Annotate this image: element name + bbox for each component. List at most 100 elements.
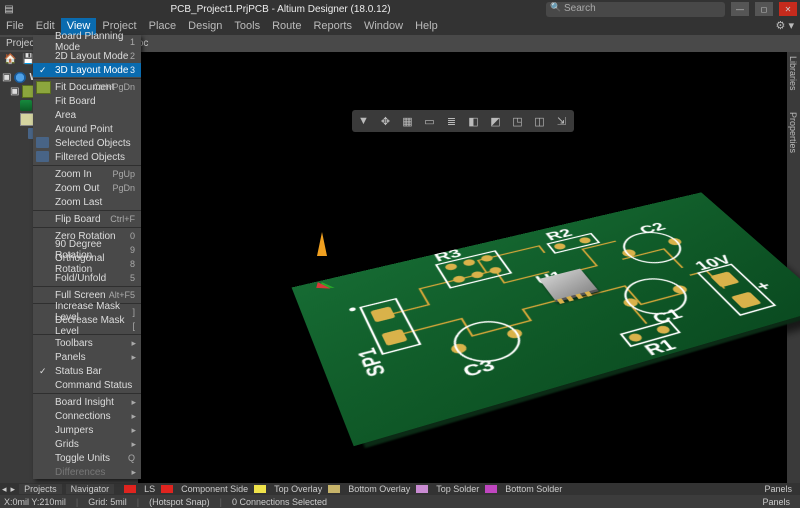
move-icon[interactable]: ✥ (378, 113, 394, 129)
menu-item-label: Differences (55, 467, 105, 478)
silk-sp1: SP1 (353, 346, 391, 379)
rotate-icon[interactable]: ◧ (466, 113, 482, 129)
global-search-input[interactable]: Search (546, 2, 725, 17)
menu-item-command-status[interactable]: Command Status (33, 378, 141, 392)
menu-shortcut: Q (128, 453, 135, 463)
selected-objects-icon (36, 137, 49, 148)
grid-icon[interactable]: ▦ (400, 113, 416, 129)
strip-projects-tab[interactable]: Projects (19, 484, 62, 494)
menu-item-label: Area (55, 110, 76, 121)
status-snap: (Hotspot Snap) (149, 497, 210, 507)
wire-icon[interactable]: ◫ (532, 113, 548, 129)
status-conn: 0 Connections Selected (232, 497, 327, 507)
menu-item-label: Fit Board (55, 96, 96, 107)
menu-help[interactable]: Help (409, 18, 444, 35)
layer-swatch[interactable] (124, 485, 136, 493)
menu-item-board-insight[interactable]: Board Insight (33, 395, 141, 409)
panel-home-icon[interactable]: 🏠 (4, 54, 18, 67)
menu-tools[interactable]: Tools (228, 18, 266, 35)
menu-item-zoom-out[interactable]: Zoom Out PgDn (33, 181, 141, 195)
check-icon: ✓ (39, 366, 47, 377)
menu-item-toggle-units[interactable]: Toggle UnitsQ (33, 451, 141, 465)
pcb-artwork: R3 R2 C2 SP1 U1 C3 C1 10V R1 + (292, 192, 800, 446)
menu-design[interactable]: Design (182, 18, 228, 35)
window-close-button[interactable]: ✕ (779, 2, 797, 16)
menu-item-connections[interactable]: Connections (33, 409, 141, 423)
pcb-3d-viewport[interactable]: ▼ ✥ ▦ ▭ ≣ ◧ ◩ ◳ ◫ ⇲ (138, 52, 787, 483)
menu-item-label: Command Status (55, 380, 132, 391)
menu-item-toolbars[interactable]: Toolbars (33, 336, 141, 350)
menu-item-selected-objects[interactable]: Selected Objects (33, 136, 141, 150)
menu-window[interactable]: Window (358, 18, 409, 35)
menu-item-label: Decrease Mask Level (55, 315, 135, 337)
layer-ls[interactable]: LS (140, 484, 159, 494)
menu-item-panels[interactable]: Panels (33, 350, 141, 364)
menu-item-2d-layout-mode[interactable]: 2D Layout Mode2 (33, 49, 141, 63)
menu-item-fold-unfold[interactable]: Fold/Unfold 5 (33, 271, 141, 285)
status-coord: X:0mil Y:210mil (4, 497, 66, 507)
properties-tab[interactable]: Properties (788, 112, 798, 153)
menu-route[interactable]: Route (266, 18, 307, 35)
menu-item-label: Fold/Unfold (55, 273, 106, 284)
menu-shortcut: PgDn (112, 183, 135, 193)
menu-place[interactable]: Place (143, 18, 183, 35)
menu-item-label: Filtered Objects (55, 152, 125, 163)
silk-10v: 10V (691, 253, 735, 273)
menu-item-board-planning-mode[interactable]: Board Planning Mode1 (33, 35, 141, 49)
view-menu-dropdown: Board Planning Mode12D Layout Mode2 ✓ 3D L… (33, 35, 141, 479)
menu-item-label: Around Point (55, 124, 113, 135)
menu-item-around-point[interactable]: Around Point (33, 122, 141, 136)
silk-r2: R2 (543, 226, 576, 242)
layer-component-side[interactable]: Component Side (177, 484, 252, 494)
pcb-doc-icon (20, 100, 32, 111)
layers-icon[interactable]: ≣ (444, 113, 460, 129)
menu-shortcut: 1 (130, 37, 135, 47)
z-axis-icon (317, 232, 327, 256)
menu-item-grids[interactable]: Grids (33, 437, 141, 451)
silk-c1: C1 (648, 306, 686, 327)
libraries-tab[interactable]: Libraries (788, 56, 798, 91)
menu-shortcut: 5 (130, 273, 135, 283)
document-icon (36, 81, 51, 94)
menu-item-fit-document[interactable]: Fit DocumentCtrl+PgDn (33, 80, 141, 94)
menu-item-filtered-objects[interactable]: Filtered Objects (33, 150, 141, 164)
menu-item-label: 3D Layout Mode (55, 65, 128, 76)
menu-file[interactable]: File (0, 18, 30, 35)
strip-next-icon[interactable]: ▸ (11, 484, 16, 495)
zoom-icon[interactable]: ◩ (488, 113, 504, 129)
menu-shortcut: Alt+F5 (109, 290, 135, 300)
menu-item-label: Zoom Out (55, 183, 99, 194)
check-icon: ✓ (39, 65, 47, 76)
3d-view-toolbar: ▼ ✥ ▦ ▭ ≣ ◧ ◩ ◳ ◫ ⇲ (352, 110, 574, 132)
layer-swatch[interactable] (254, 485, 266, 493)
board-icon[interactable]: ▭ (422, 113, 438, 129)
menu-item-decrease-mask-level[interactable]: Decrease Mask Level[ (33, 319, 141, 333)
strip-navigator-tab[interactable]: Navigator (66, 484, 115, 494)
menu-item-fit-board[interactable]: Fit Board (33, 94, 141, 108)
settings-gear-icon[interactable]: ⚙ ▾ (770, 18, 800, 35)
menu-item-label: Grids (55, 439, 79, 450)
window-minimize-button[interactable]: — (731, 2, 749, 16)
menu-item-label: 2D Layout Mode (55, 51, 128, 62)
menu-item-full-screen[interactable]: Full ScreenAlt+F5 (33, 288, 141, 302)
menu-item-orthogonal-rotation[interactable]: Orthogonal Rotation8 (33, 257, 141, 271)
menu-item-area[interactable]: Area (33, 108, 141, 122)
menu-item-jumpers[interactable]: Jumpers (33, 423, 141, 437)
menu-item-label: Toolbars (55, 338, 93, 349)
menu-item-differences: Differences (33, 465, 141, 479)
filter-icon[interactable]: ▼ (356, 113, 372, 129)
title-bar: ▤ PCB_Project1.PrjPCB - Altium Designer … (0, 0, 800, 18)
menu-reports[interactable]: Reports (307, 18, 358, 35)
menu-item-zoom-in[interactable]: Zoom InPgUp (33, 167, 141, 181)
app-menu-icon[interactable]: ▤ (3, 3, 15, 15)
layer-swatch[interactable] (161, 485, 173, 493)
measure-icon[interactable]: ⇲ (554, 113, 570, 129)
cube-icon[interactable]: ◳ (510, 113, 526, 129)
menu-item-status-bar[interactable]: ✓Status Bar (33, 364, 141, 378)
menu-item-3d-layout-mode[interactable]: ✓3D Layout Mode3 (33, 63, 141, 77)
menu-item-flip-board[interactable]: Flip BoardCtrl+F (33, 212, 141, 226)
window-maximize-button[interactable]: ◻ (755, 2, 773, 16)
menu-shortcut: 8 (130, 259, 135, 269)
menu-item-zoom-last[interactable]: Zoom Last (33, 195, 141, 209)
strip-prev-icon[interactable]: ◂ (2, 484, 7, 495)
